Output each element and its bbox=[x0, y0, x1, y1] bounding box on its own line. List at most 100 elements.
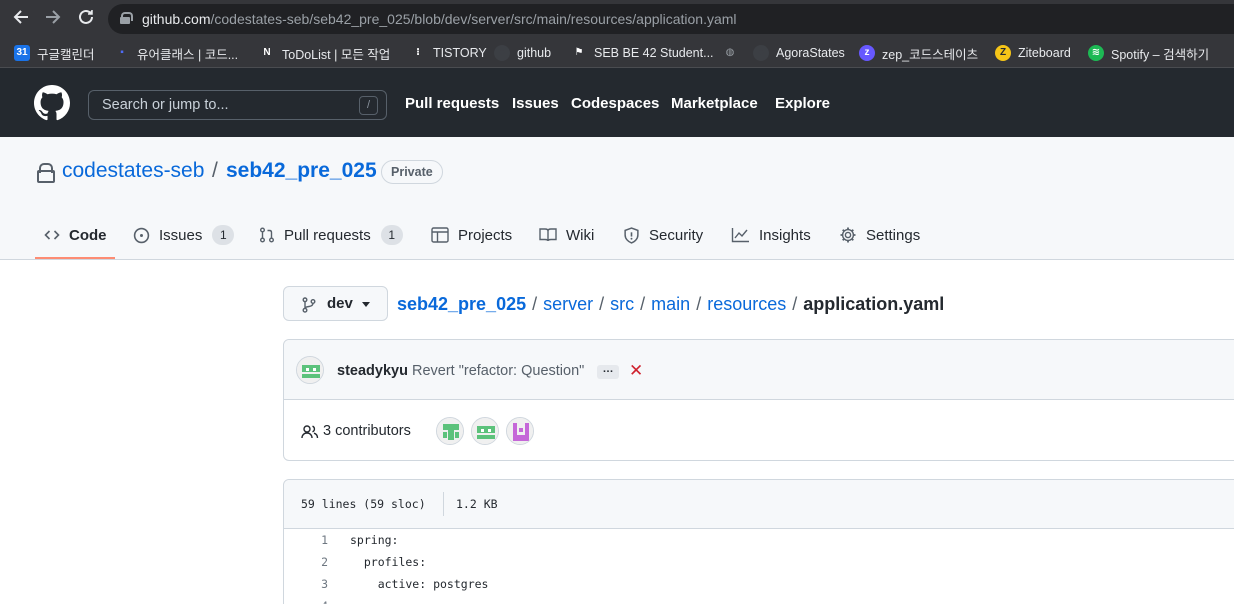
tab-insights[interactable]: Insights bbox=[731, 223, 811, 247]
repo-header: codestates-seb / seb42_pre_025 Private C… bbox=[0, 137, 1234, 260]
people-icon bbox=[301, 425, 319, 439]
avatar[interactable] bbox=[296, 356, 324, 384]
code-line: 4 bbox=[284, 595, 1234, 604]
url-text[interactable]: github.com/codestates-seb/seb42_pre_025/… bbox=[142, 11, 737, 27]
tab-settings[interactable]: Settings bbox=[839, 223, 920, 247]
bookmark-item[interactable]: ≋ Spotify – 검색하기 bbox=[1088, 44, 1209, 62]
table-icon bbox=[431, 227, 449, 243]
reload-icon[interactable] bbox=[75, 8, 97, 30]
line-content: profiles: bbox=[350, 555, 427, 569]
nav-codespaces[interactable]: Codespaces bbox=[571, 95, 659, 112]
tab-code[interactable]: Code bbox=[44, 223, 107, 247]
bookmark-item[interactable]: 31 구글캘린더 bbox=[14, 44, 95, 62]
breadcrumb-separator: / bbox=[640, 294, 646, 314]
nav-marketplace[interactable]: Marketplace bbox=[671, 95, 758, 112]
breadcrumb-separator: / bbox=[599, 294, 605, 314]
spotify-icon: ≋ bbox=[1088, 45, 1104, 61]
bookmark-item[interactable]: ◍ bbox=[722, 44, 745, 62]
line-number[interactable]: 3 bbox=[304, 577, 328, 591]
bookmark-label: Ziteboard bbox=[1018, 46, 1071, 60]
contributor-avatar[interactable] bbox=[471, 417, 499, 445]
tab-wiki[interactable]: Wiki bbox=[539, 223, 594, 247]
bookmark-label: github bbox=[517, 46, 552, 60]
github-logo-icon[interactable] bbox=[34, 85, 70, 121]
globe-icon: ◍ bbox=[725, 47, 735, 58]
commit-message-link[interactable]: Revert "refactor: Question" bbox=[412, 363, 584, 379]
back-arrow-icon[interactable] bbox=[10, 8, 32, 30]
bookmark-label: SEB BE 42 Student... bbox=[594, 46, 714, 60]
bookmark-label: 유어클래스 | 코드... bbox=[137, 47, 239, 62]
line-number[interactable]: 4 bbox=[304, 599, 328, 604]
nav-pull-requests[interactable]: Pull requests bbox=[405, 95, 499, 112]
bookmark-item[interactable]: ● github bbox=[494, 44, 551, 62]
line-content: active: postgres bbox=[350, 577, 489, 591]
visibility-badge: Private bbox=[381, 160, 443, 184]
breadcrumb-separator: / bbox=[792, 294, 798, 314]
file-viewer: 59 lines (59 sloc) 1.2 KB 1 spring: 2 pr… bbox=[283, 479, 1234, 604]
bookmark-item[interactable]: N ToDoList | 모든 작업 bbox=[259, 44, 390, 62]
calendar-icon: 31 bbox=[14, 45, 30, 61]
breadcrumb-separator: / bbox=[532, 294, 538, 314]
line-number[interactable]: 2 bbox=[304, 555, 328, 569]
line-number[interactable]: 1 bbox=[304, 533, 328, 547]
ziteboard-icon: Z bbox=[995, 45, 1011, 61]
github-icon: ● bbox=[494, 45, 510, 61]
branch-selector-button[interactable]: dev bbox=[283, 286, 388, 321]
breadcrumb-src-link[interactable]: src bbox=[610, 294, 634, 314]
contributor-avatar[interactable] bbox=[436, 417, 464, 445]
tistory-icon: ⁝ bbox=[416, 47, 420, 58]
breadcrumb-server-link[interactable]: server bbox=[543, 294, 593, 314]
bookmark-item[interactable]: z zep_코드스테이츠 bbox=[859, 44, 978, 62]
tab-projects[interactable]: Projects bbox=[431, 223, 512, 247]
search-shortcut-key: / bbox=[359, 96, 378, 115]
search-input[interactable]: Search or jump to... / bbox=[88, 90, 387, 120]
nav-explore[interactable]: Explore bbox=[775, 95, 830, 112]
tab-security[interactable]: Security bbox=[623, 223, 703, 247]
flag-icon: ⚑ bbox=[574, 47, 584, 58]
book-icon bbox=[539, 228, 557, 242]
breadcrumb-repo-link[interactable]: seb42_pre_025 bbox=[397, 294, 526, 314]
tab-pull-requests[interactable]: Pull requests 1 bbox=[259, 223, 403, 247]
contributors-count[interactable]: 3 contributors bbox=[323, 423, 411, 439]
chevron-down-icon bbox=[362, 302, 370, 307]
latest-commit-row: steadykyu Revert "refactor: Question" … … bbox=[284, 340, 1234, 400]
contributor-avatar[interactable] bbox=[506, 417, 534, 445]
bookmarks-bar: 31 구글캘린더 ▪ 유어클래스 | 코드... N ToDoList | 모든 작업 ⁝ T… bbox=[0, 38, 1234, 68]
bookmark-item[interactable]: ⚑ SEB BE 42 Student... bbox=[571, 44, 714, 62]
repo-owner-link[interactable]: codestates-seb bbox=[62, 159, 204, 183]
breadcrumb-separator: / bbox=[696, 294, 702, 314]
github-icon: ● bbox=[753, 45, 769, 61]
tab-label: Projects bbox=[458, 226, 513, 244]
file-info-bar: 59 lines (59 sloc) 1.2 KB bbox=[284, 480, 1234, 529]
address-bar[interactable]: github.com/codestates-seb/seb42_pre_025/… bbox=[108, 4, 1234, 34]
tab-issues[interactable]: Issues 1 bbox=[133, 223, 235, 247]
tab-label: Pull requests bbox=[284, 226, 371, 244]
breadcrumb-main-link[interactable]: main bbox=[651, 294, 690, 314]
git-branch-icon bbox=[302, 297, 316, 313]
breadcrumb-resources-link[interactable]: resources bbox=[707, 294, 786, 314]
urclass-icon: ▪ bbox=[120, 47, 124, 58]
commit-author-link[interactable]: steadykyu bbox=[337, 363, 408, 379]
shield-icon bbox=[624, 226, 639, 244]
github-header: Search or jump to... / Pull requests Iss… bbox=[0, 68, 1234, 137]
code-icon bbox=[44, 230, 60, 240]
repo-name-link[interactable]: seb42_pre_025 bbox=[226, 159, 377, 183]
graph-icon bbox=[731, 228, 749, 243]
bookmark-item[interactable]: ● AgoraStates bbox=[753, 44, 845, 62]
notion-icon: N bbox=[263, 47, 271, 58]
tab-label: Insights bbox=[759, 226, 811, 244]
check-failed-icon[interactable]: ✕ bbox=[629, 361, 643, 381]
bookmark-label: TISTORY bbox=[433, 46, 487, 60]
bookmark-item[interactable]: ▪ 유어클래스 | 코드... bbox=[114, 44, 238, 62]
bookmark-item[interactable]: ⁝ TISTORY bbox=[410, 44, 487, 62]
bookmark-item[interactable]: Z Ziteboard bbox=[995, 44, 1071, 62]
bookmark-label: 구글캘린더 bbox=[37, 47, 95, 62]
forward-arrow-icon[interactable] bbox=[42, 8, 64, 30]
pull-requests-count-badge: 1 bbox=[380, 225, 403, 245]
nav-issues[interactable]: Issues bbox=[512, 95, 559, 112]
tab-label: Issues bbox=[159, 226, 203, 244]
branch-name: dev bbox=[327, 295, 353, 312]
git-pull-request-icon bbox=[260, 227, 274, 243]
commit-expand-button[interactable]: … bbox=[597, 364, 619, 379]
gear-icon bbox=[840, 227, 856, 243]
